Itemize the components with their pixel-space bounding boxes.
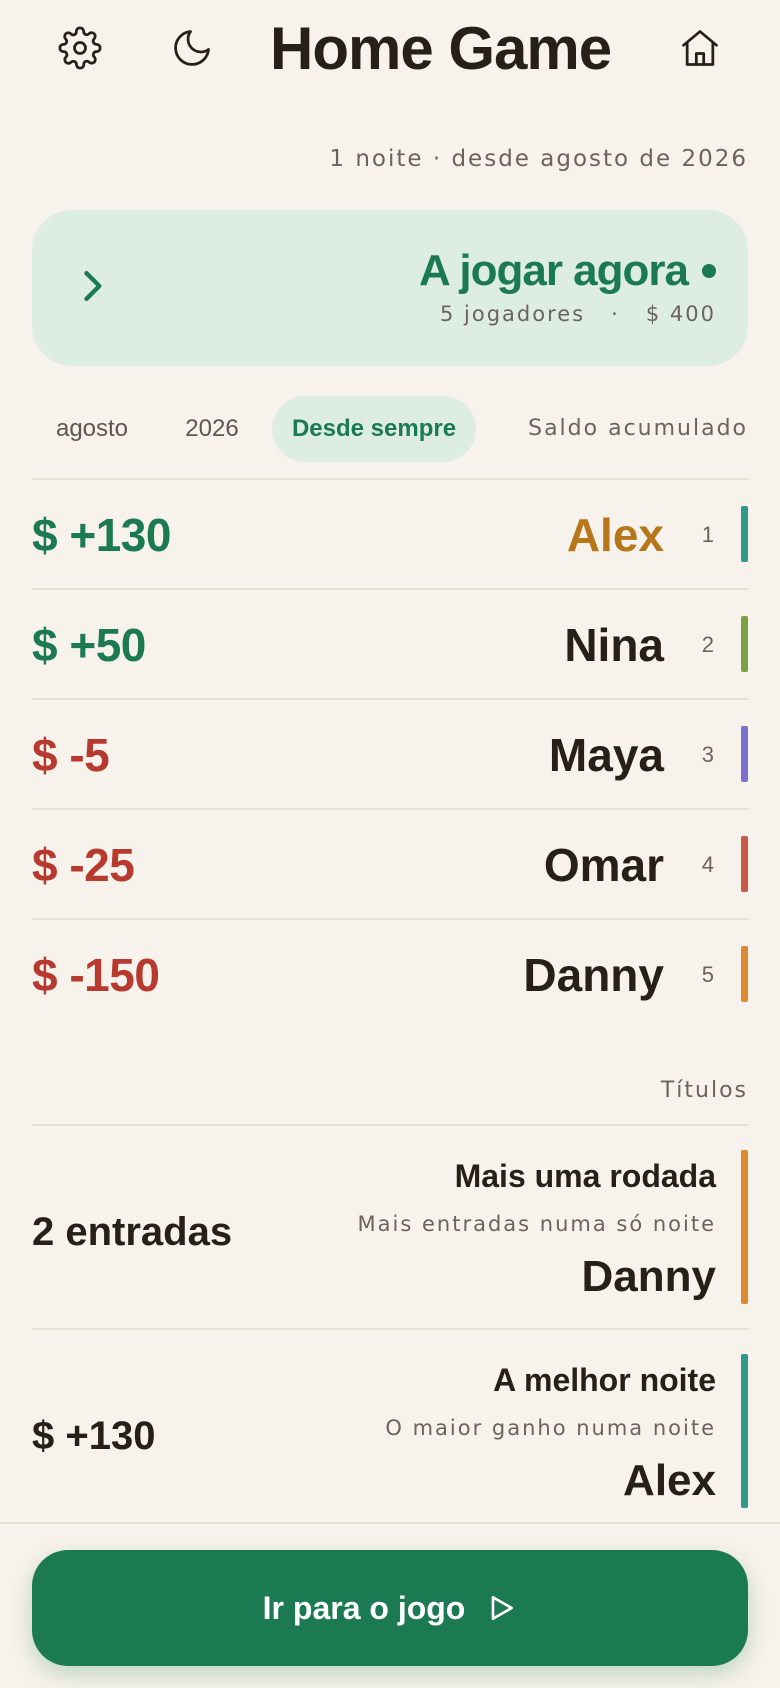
player-color-stripe xyxy=(741,506,748,562)
live-indicator-dot xyxy=(702,264,716,278)
bottom-bar: Ir para o jogo xyxy=(0,1522,780,1688)
leaderboard-row[interactable]: $ -150 Danny 5 xyxy=(32,918,748,1028)
chevron-right-icon xyxy=(84,270,102,302)
player-name: Maya xyxy=(548,729,664,781)
session-summary: 1 noite · desde agosto de 2026 xyxy=(329,146,748,172)
player-name: Omar xyxy=(543,839,664,891)
player-rank: 1 xyxy=(701,522,714,547)
leaderboard-row[interactable]: $ +50 Nina 2 xyxy=(32,588,748,698)
period-filters: agosto 2026 Desde sempre Saldo acumulado xyxy=(32,396,748,462)
page: Home Game 1 noite · desde agosto de 2026… xyxy=(0,0,780,1688)
balance-column-label: Saldo acumulado xyxy=(528,416,748,441)
player-balance: $ -5 xyxy=(32,729,110,781)
live-players: 5 jogadores xyxy=(439,302,586,326)
moon-icon xyxy=(174,30,210,66)
go-to-game-button[interactable]: Ir para o jogo xyxy=(32,1550,748,1666)
player-color-stripe xyxy=(741,836,748,892)
titles-list: 2 entradas Mais uma rodada Mais entradas n… xyxy=(32,1124,748,1532)
player-rank: 2 xyxy=(701,632,714,657)
player-name: Alex xyxy=(566,509,664,561)
title-name: A melhor noite xyxy=(493,1362,716,1398)
title-description: O maior ganho numa noite xyxy=(385,1416,716,1440)
player-color-stripe xyxy=(741,726,748,782)
title-color-stripe xyxy=(741,1150,748,1304)
player-balance: $ -150 xyxy=(32,949,160,1001)
filter-all-time[interactable]: Desde sempre xyxy=(272,396,476,462)
go-to-game-label: Ir para o jogo xyxy=(262,1589,466,1626)
title-name: Mais uma rodada xyxy=(454,1158,716,1194)
leaderboard: $ +130 Alex 1 $ +50 Nina 2 $ -5 Maya 3 $ -25 Omar 4… xyxy=(32,478,748,1028)
title-value: 2 entradas xyxy=(32,1210,233,1254)
player-rank: 3 xyxy=(701,742,714,767)
play-icon xyxy=(492,1596,514,1620)
live-title: A jogar agora xyxy=(419,246,716,296)
titles-section-label: Títulos xyxy=(660,1078,748,1103)
live-pot: $ 400 xyxy=(645,302,716,326)
player-rank: 4 xyxy=(701,852,714,877)
home-button[interactable] xyxy=(672,20,728,76)
player-name: Danny xyxy=(523,949,664,1001)
player-name: Nina xyxy=(564,619,664,671)
page-title: Home Game xyxy=(270,15,612,82)
player-balance: $ -25 xyxy=(32,839,135,891)
title-holder: Alex xyxy=(623,1456,716,1505)
title-description: Mais entradas numa só noite xyxy=(357,1212,716,1236)
player-color-stripe xyxy=(741,946,748,1002)
leaderboard-row[interactable]: $ +130 Alex 1 xyxy=(32,478,748,588)
title-row[interactable]: 2 entradas Mais uma rodada Mais entradas n… xyxy=(32,1124,748,1328)
player-balance: $ +130 xyxy=(32,509,171,561)
live-title-text: A jogar agora xyxy=(419,246,689,295)
live-separator: · xyxy=(611,302,620,326)
leaderboard-row[interactable]: $ -5 Maya 3 xyxy=(32,698,748,808)
filter-month[interactable]: agosto xyxy=(32,396,152,462)
live-meta: 5 jogadores · $ 400 xyxy=(440,302,716,326)
theme-toggle-button[interactable] xyxy=(164,20,220,76)
home-icon xyxy=(682,30,718,66)
title-color-stripe xyxy=(741,1354,748,1508)
gear-icon xyxy=(58,26,102,70)
settings-button[interactable] xyxy=(52,20,108,76)
header: Home Game xyxy=(0,0,780,100)
player-balance: $ +50 xyxy=(32,619,146,671)
leaderboard-row[interactable]: $ -25 Omar 4 xyxy=(32,808,748,918)
title-holder: Danny xyxy=(581,1252,716,1301)
title-value: $ +130 xyxy=(32,1414,156,1458)
filter-year[interactable]: 2026 xyxy=(152,396,272,462)
player-color-stripe xyxy=(741,616,748,672)
live-game-card[interactable]: A jogar agora 5 jogadores · $ 400 xyxy=(32,210,748,366)
player-rank: 5 xyxy=(701,962,714,987)
title-row[interactable]: $ +130 A melhor noite O maior ganho numa n… xyxy=(32,1328,748,1532)
